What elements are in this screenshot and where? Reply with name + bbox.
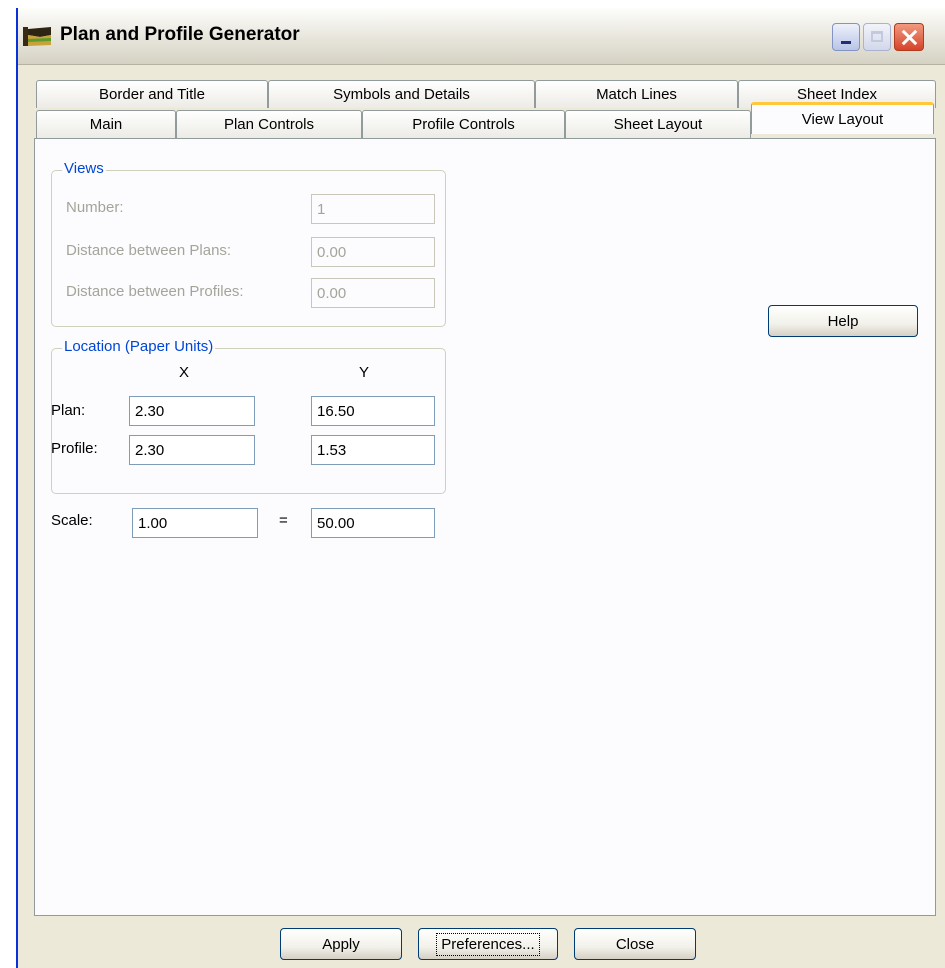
profile-label: Profile: [51,440,98,457]
scale-left-field[interactable]: 1.00 [132,508,258,538]
app-logo-icon [23,27,51,46]
close-button-label: Close [615,935,655,953]
title-bar[interactable]: Plan and Profile Generator [18,8,945,65]
tab-main[interactable]: Main [36,110,176,138]
tab-sheet-layout[interactable]: Sheet Layout [565,110,751,138]
minimize-button[interactable] [832,23,860,51]
help-button-label: Help [827,312,859,330]
preferences-button[interactable]: Preferences... [418,928,558,960]
number-label: Number: [66,199,124,216]
profile-x-field[interactable]: 2.30 [129,435,255,465]
views-group-title: Views [62,160,106,177]
plan-y-field[interactable]: 16.50 [311,396,435,426]
scale-right-field[interactable]: 50.00 [311,508,435,538]
apply-button-label: Apply [322,935,360,953]
tab-plan-controls[interactable]: Plan Controls [176,110,362,138]
tab-symbols-and-details[interactable]: Symbols and Details [268,80,535,108]
x-column-header: X [179,364,190,381]
window-title: Plan and Profile Generator [60,24,300,45]
distance-profiles-field[interactable]: 0.00 [311,278,435,308]
tab-view-layout[interactable]: View Layout [751,102,934,134]
dialog-window: Plan and Profile Generator Border and Ti… [16,8,945,968]
apply-button[interactable]: Apply [280,928,402,960]
distance-plans-field[interactable]: 0.00 [311,237,435,267]
distance-plans-label: Distance between Plans: [66,242,232,259]
tab-panel-view-layout: Views Number: 1 Distance between Plans: … [34,138,936,916]
close-window-button[interactable] [894,23,924,51]
preferences-button-label: Preferences... [436,932,540,956]
tab-border-and-title[interactable]: Border and Title [36,80,268,108]
tab-profile-controls[interactable]: Profile Controls [362,110,565,138]
scale-label: Scale: [51,512,93,529]
y-column-header: Y [359,364,370,381]
location-group-title: Location (Paper Units) [62,338,216,355]
help-button[interactable]: Help [768,305,918,337]
scale-equals-sign: = [279,512,288,529]
profile-y-field[interactable]: 1.53 [311,435,435,465]
number-field[interactable]: 1 [311,194,435,224]
plan-label: Plan: [51,402,86,419]
close-button[interactable]: Close [574,928,696,960]
tab-match-lines[interactable]: Match Lines [535,80,738,108]
plan-x-field[interactable]: 2.30 [129,396,255,426]
maximize-button[interactable] [863,23,891,51]
distance-profiles-label: Distance between Profiles: [66,283,244,300]
